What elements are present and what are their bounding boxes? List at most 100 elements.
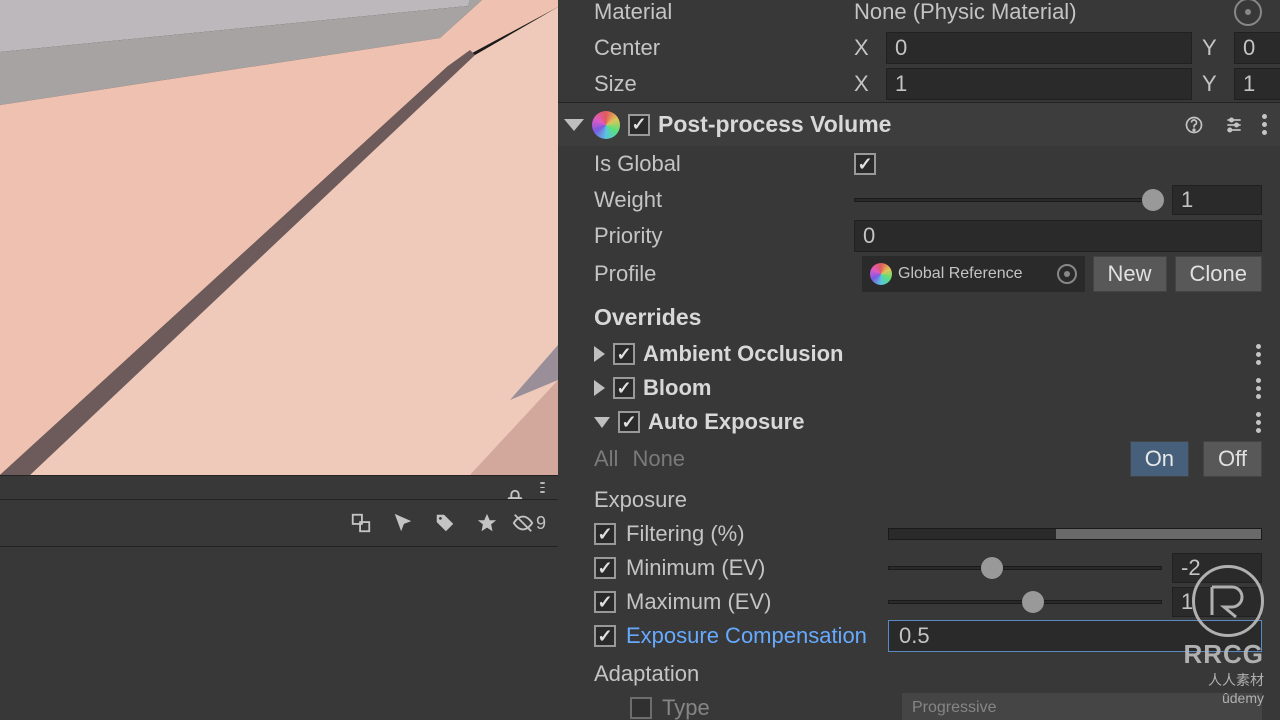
material-label: Material xyxy=(594,0,854,25)
override-label: Auto Exposure xyxy=(648,409,1248,435)
component-header: Post-process Volume xyxy=(558,102,1280,146)
is-global-label: Is Global xyxy=(594,151,854,177)
override-menu-icon[interactable] xyxy=(1256,378,1262,399)
foldout-toggle-icon[interactable] xyxy=(594,417,610,428)
override-label: Ambient Occlusion xyxy=(643,341,1248,367)
override-bloom: Bloom xyxy=(558,371,1280,405)
override-ambient-occlusion: Ambient Occlusion xyxy=(558,337,1280,371)
center-label: Center xyxy=(594,35,854,61)
tag-icon[interactable] xyxy=(428,506,462,540)
filtering-range-slider[interactable] xyxy=(888,528,1262,540)
center-y-input[interactable] xyxy=(1234,32,1280,64)
object-picker-icon[interactable] xyxy=(1234,0,1262,26)
star-icon[interactable] xyxy=(470,506,504,540)
component-menu-icon[interactable] xyxy=(1262,114,1268,135)
center-row: Center X Y Z xyxy=(558,30,1280,66)
override-checkbox[interactable] xyxy=(613,343,635,365)
off-button[interactable]: Off xyxy=(1203,441,1262,477)
minimum-label: Minimum (EV) xyxy=(626,555,878,581)
scene-toolbar: 9 xyxy=(0,499,558,546)
center-x-input[interactable] xyxy=(886,32,1192,64)
foldout-toggle-icon[interactable] xyxy=(564,119,584,131)
priority-row: Priority xyxy=(558,218,1280,254)
minimum-slider[interactable] xyxy=(888,566,1162,570)
adaptation-heading: Adaptation xyxy=(558,653,1280,691)
override-menu-icon[interactable] xyxy=(1256,344,1262,365)
maximum-label: Maximum (EV) xyxy=(626,589,878,615)
material-value[interactable]: None (Physic Material) xyxy=(854,0,1228,25)
type-dropdown[interactable]: Progressive xyxy=(902,693,1262,720)
profile-row: Profile Global Reference New Clone xyxy=(558,254,1280,294)
object-picker-icon[interactable] xyxy=(1057,264,1077,284)
overrides-heading: Overrides xyxy=(558,294,1280,337)
exposure-heading: Exposure xyxy=(558,479,1280,517)
override-auto-exposure: Auto Exposure xyxy=(558,405,1280,439)
foldout-toggle-icon[interactable] xyxy=(594,346,605,362)
foldout-toggle-icon[interactable] xyxy=(594,380,605,396)
param-checkbox[interactable] xyxy=(630,697,652,719)
lower-panel xyxy=(0,546,558,720)
panel-header-bar xyxy=(0,475,558,499)
postprocess-icon xyxy=(592,111,620,139)
scene-view[interactable] xyxy=(0,0,558,475)
size-x-input[interactable] xyxy=(886,68,1192,100)
size-y-input[interactable] xyxy=(1234,68,1280,100)
layers-visibility-icon[interactable]: 9 xyxy=(512,506,546,540)
exposure-compensation-input[interactable] xyxy=(888,620,1262,652)
none-button[interactable]: None xyxy=(632,446,685,472)
param-checkbox[interactable] xyxy=(594,557,616,579)
adaptation-type-row: Type Progressive xyxy=(558,691,1280,720)
gizmo-overlay-icon[interactable] xyxy=(344,506,378,540)
exposure-compensation-label: Exposure Compensation xyxy=(626,623,878,649)
inspector-panel: Material None (Physic Material) Center X… xyxy=(558,0,1280,720)
is-global-row: Is Global xyxy=(558,146,1280,182)
panel-menu-icon[interactable] xyxy=(540,482,546,493)
component-enable-checkbox[interactable] xyxy=(628,114,650,136)
priority-label: Priority xyxy=(594,223,854,249)
override-checkbox[interactable] xyxy=(613,377,635,399)
all-none-row: All None On Off xyxy=(558,439,1280,479)
size-row: Size X Y Z xyxy=(558,66,1280,102)
maximum-row: Maximum (EV) 1 xyxy=(558,585,1280,619)
help-icon[interactable] xyxy=(1182,113,1206,137)
param-checkbox[interactable] xyxy=(594,523,616,545)
param-checkbox[interactable] xyxy=(594,591,616,613)
slider-thumb[interactable] xyxy=(981,557,1003,579)
filtering-label: Filtering (%) xyxy=(626,521,878,547)
axis-y-label: Y xyxy=(1202,35,1224,61)
size-label: Size xyxy=(594,71,854,97)
scene-panel: 9 xyxy=(0,0,558,720)
slider-thumb[interactable] xyxy=(1022,591,1044,613)
all-button[interactable]: All xyxy=(594,446,618,472)
type-value: Progressive xyxy=(912,699,996,717)
weight-slider[interactable] xyxy=(854,198,1160,202)
component-title: Post-process Volume xyxy=(658,111,1174,138)
preset-icon[interactable] xyxy=(1222,113,1246,137)
weight-label: Weight xyxy=(594,187,854,213)
clone-button[interactable]: Clone xyxy=(1175,256,1262,292)
minimum-value[interactable]: -2 xyxy=(1172,553,1262,583)
maximum-slider[interactable] xyxy=(888,600,1162,604)
on-button[interactable]: On xyxy=(1130,441,1189,477)
pick-tool-icon[interactable] xyxy=(386,506,420,540)
maximum-value[interactable]: 1 xyxy=(1172,587,1262,617)
override-menu-icon[interactable] xyxy=(1256,412,1262,433)
type-label: Type xyxy=(662,695,892,720)
override-label: Bloom xyxy=(643,375,1248,401)
profile-label: Profile xyxy=(594,261,854,287)
exposure-compensation-row: Exposure Compensation xyxy=(558,619,1280,653)
slider-thumb[interactable] xyxy=(1142,189,1164,211)
range-fill xyxy=(1056,529,1261,539)
profile-reference-name: Global Reference xyxy=(898,265,1023,283)
profile-asset-icon xyxy=(870,263,892,285)
is-global-checkbox[interactable] xyxy=(854,153,876,175)
new-button[interactable]: New xyxy=(1093,256,1167,292)
layers-count: 9 xyxy=(536,513,546,534)
minimum-row: Minimum (EV) -2 xyxy=(558,551,1280,585)
axis-x-label: X xyxy=(854,71,876,97)
profile-reference-field[interactable]: Global Reference xyxy=(862,256,1085,292)
weight-value[interactable]: 1 xyxy=(1172,185,1262,215)
override-checkbox[interactable] xyxy=(618,411,640,433)
param-checkbox[interactable] xyxy=(594,625,616,647)
priority-input[interactable] xyxy=(854,220,1262,252)
